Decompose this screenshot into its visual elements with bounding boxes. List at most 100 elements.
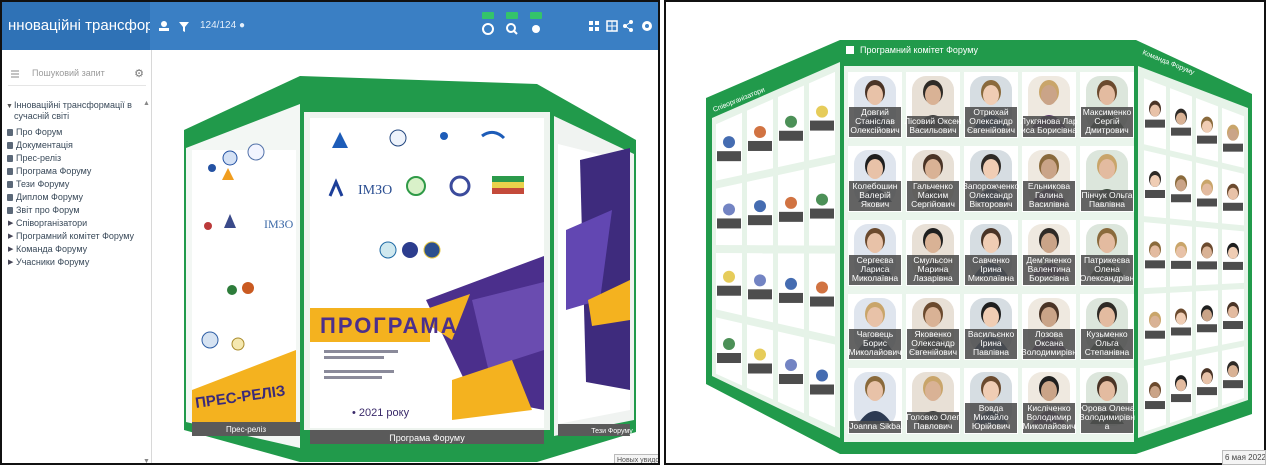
person-card[interactable]: СергеєваЛарисаМиколаївна [848,220,902,286]
programme-year: • 2021 року [352,407,410,419]
partner-tile[interactable] [716,317,742,386]
team-tile[interactable] [1222,107,1244,168]
partner-tile[interactable] [809,253,835,337]
search-field[interactable]: Пошуковий запит ⚙ [8,64,146,86]
team-tile[interactable] [1144,292,1166,361]
partner-tile[interactable] [778,253,804,330]
person-card[interactable]: ПатрикеєваОленаОлександрівн [1080,220,1135,286]
team-tile[interactable] [1170,88,1192,156]
team-tile[interactable] [1170,156,1192,221]
person-name: Павлівна [973,347,1009,357]
partner-tile[interactable] [778,169,804,246]
right-gallery-svg: Програмний комітет Форуму Співорганізато… [706,40,1252,454]
team-tile[interactable] [1144,222,1166,289]
sidebar-item[interactable]: Звіт про Форум [6,204,148,217]
gallery-stage-left[interactable]: ІМЗО ПРЕС-РЕЛІЗ Прес-реліз Програма Фору… [152,50,658,463]
zoom-icon[interactable] [502,12,522,40]
sidebar-item[interactable]: ▶ Програмний комітет Форуму [6,230,148,243]
person-name: Юрійович [972,421,1010,431]
person-card[interactable]: Лукгянова Лариса Борисівна [1020,72,1078,138]
team-tile[interactable] [1170,291,1192,355]
team-tile[interactable] [1144,150,1166,219]
partner-tile[interactable] [747,253,773,323]
gallery-rotate-icon[interactable] [478,12,498,40]
team-tile[interactable] [1170,356,1192,424]
team-tile[interactable] [1196,351,1218,415]
person-card[interactable]: Joanna Sikba [848,368,902,434]
person-card[interactable]: ЧаговецьБорисМиколайович [848,294,902,360]
sidebar-item[interactable]: Програма Форуму [6,165,148,178]
person-name: Борисівна [1029,273,1069,283]
sidebar-item[interactable]: ▶ Співорганізатори [6,217,148,230]
person-card[interactable]: КолебошинВалерійЯкович [848,146,902,212]
partner-tile[interactable] [747,176,773,246]
person-card[interactable]: Юрова ОленаВолодимирівна [1079,368,1135,434]
person-card[interactable]: ГальченкоМаксимСергійович [906,146,960,212]
person-card[interactable]: ОтрюхайОлександрЄвгенійович [964,72,1018,138]
view-icon[interactable] [526,12,546,40]
partner-tile[interactable] [716,112,742,181]
team-tile[interactable] [1222,229,1244,285]
share-icon[interactable] [622,16,634,36]
tree-root[interactable]: ▼ Інноваційні трансформації в сучасній с… [6,100,148,122]
menu-lines-icon[interactable] [10,69,22,81]
person-card[interactable]: ВасильєнкоІринаПавлівна [964,294,1018,360]
person-card[interactable]: СавченкоІринаМиколаївна [964,220,1018,286]
partner-tile[interactable] [809,71,835,161]
info-icon[interactable]: ● [239,20,245,31]
team-tile[interactable] [1196,162,1218,223]
caret-down-icon[interactable]: ▼ [6,101,13,112]
sidebar-item[interactable]: Про Форум [6,126,148,139]
team-tile[interactable] [1144,78,1166,150]
app-title[interactable]: нноваційні трансформації... [2,2,150,50]
person-card[interactable]: СмульсонМаринаЛазарівна [906,220,960,286]
partner-tile[interactable] [716,253,742,316]
partner-tile[interactable] [716,182,742,246]
person-icon[interactable] [158,16,170,36]
person-card[interactable]: ЗапорожченкоОлександрВікторович [963,146,1020,212]
sidebar-item[interactable]: ▶ Команда Форуму [6,243,148,256]
person-card[interactable]: Головко ОлегПавлович [906,368,960,434]
sidebar-item-label: Диплом Форуму [16,192,83,202]
settings-icon[interactable] [640,16,654,36]
sidebar-item[interactable]: ▶ Учасники Форуму [6,256,148,269]
person-card[interactable]: Лісовий ОксенВасильович [904,72,962,138]
person-card[interactable]: ЕльниковаГалинаВасилівна [1022,146,1076,212]
person-name: Васильович [909,125,956,135]
sidebar-item[interactable]: Документація [6,139,148,152]
person-card[interactable]: ЯковенкоОлександрЄвгенійович [906,294,960,360]
partner-tile[interactable] [809,162,835,246]
sidebar-item[interactable]: Тези Форуму [6,178,148,191]
team-tile[interactable] [1222,346,1244,406]
person-card[interactable]: Пінчук ОльгаПавлівна [1080,146,1134,212]
team-tile[interactable] [1144,361,1166,432]
partner-tile[interactable] [778,85,804,168]
person-card[interactable]: МаксименкоСергійДмитрович [1080,72,1134,138]
person-card[interactable]: КузьменкоОльгаСтепанівна [1080,294,1134,360]
person-card[interactable]: КисліченкоВолодимирМиколайович [1022,368,1076,434]
partner-tile[interactable] [747,99,773,174]
team-tile[interactable] [1222,288,1244,345]
person-card[interactable]: Дем'яненкоВалентинаБорисівна [1022,220,1076,286]
team-tile[interactable] [1196,98,1218,162]
person-card[interactable]: ДовгийСтаніславОлексійович [848,72,902,138]
grid-icon[interactable] [588,16,600,36]
person-card[interactable]: ВовдаМихайлоЮрійович [964,368,1018,434]
team-tile[interactable] [1196,226,1218,286]
sidebar-item[interactable]: Диплом Форуму [6,191,148,204]
table-icon[interactable] [606,16,618,36]
team-tile[interactable] [1196,290,1218,350]
person-card[interactable]: ЛозоваОксанаВолодимирівн [1021,294,1077,360]
scroll-down-icon[interactable]: ▼ [143,458,150,463]
partner-tile[interactable] [809,338,835,428]
sidebar-item-label: Тези Форуму [16,179,70,189]
partner-tile[interactable] [747,324,773,400]
search-settings-icon[interactable]: ⚙ [134,67,144,80]
partner-tile[interactable] [778,331,804,414]
team-tile[interactable] [1170,224,1192,287]
filter-icon[interactable] [178,16,190,36]
team-tile[interactable] [1222,168,1244,226]
sidebar-item[interactable]: Прес-реліз [6,152,148,165]
sidebar-item-label: Команда Форуму [16,244,88,254]
right-caption: 6 мая 2022 г. [1222,450,1266,465]
